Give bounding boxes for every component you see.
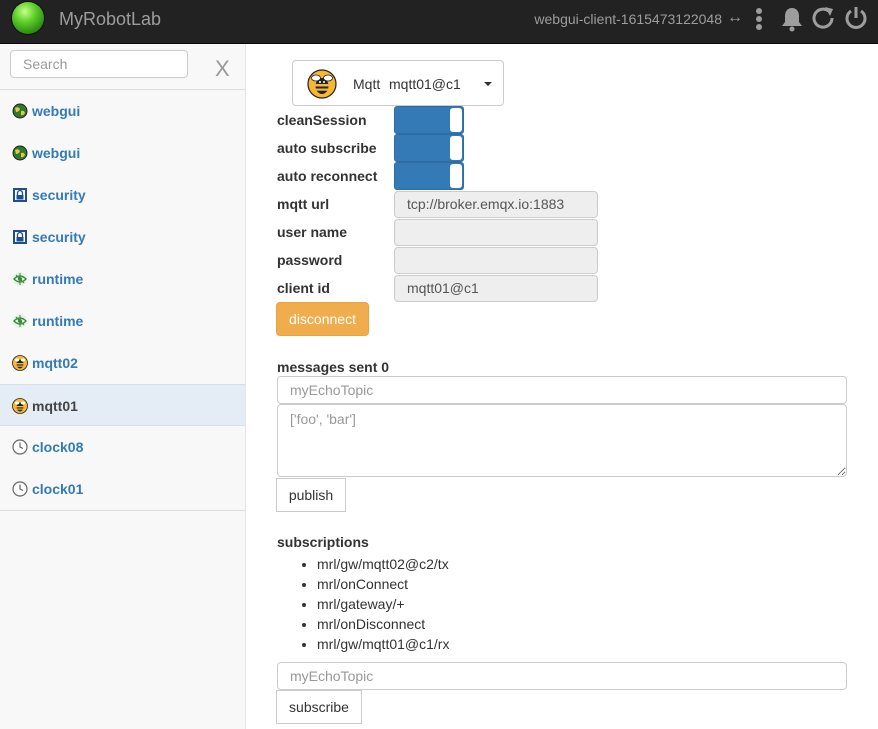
list-item: mrl/gw/mqtt02@c2/tx	[317, 554, 449, 574]
sidebar-item-label: webgui	[32, 145, 81, 161]
mqtt-url-field[interactable]: tcp://broker.emqx.io:1883	[394, 191, 598, 218]
sidebar-item-label: security	[32, 229, 86, 245]
toggle-knob	[450, 136, 462, 160]
close-sidebar-button[interactable]: X	[215, 56, 230, 82]
globe-icon	[12, 103, 28, 119]
lock-icon	[13, 188, 27, 202]
disconnect-button[interactable]: disconnect	[276, 302, 369, 336]
auto-reconnect-label: auto reconnect	[277, 168, 378, 184]
publish-button[interactable]: publish	[276, 478, 346, 512]
subscriptions-list: mrl/gw/mqtt02@c2/tx mrl/onConnect mrl/ga…	[317, 554, 449, 654]
chevron-down-icon	[484, 82, 492, 86]
user-name-label: user name	[277, 224, 348, 240]
sidebar-item-mqtt02[interactable]: mqtt02	[0, 342, 245, 384]
sidebar-item-label: runtime	[32, 313, 84, 329]
list-item: mrl/onDisconnect	[317, 614, 449, 634]
status-ball-icon[interactable]	[12, 2, 44, 34]
toggle-knob	[450, 164, 462, 188]
publish-topic-input[interactable]	[277, 376, 847, 404]
auto-subscribe-label: auto subscribe	[277, 140, 377, 156]
user-name-field[interactable]	[394, 219, 598, 246]
bell-icon[interactable]	[780, 5, 804, 33]
refresh-icon[interactable]	[811, 5, 837, 33]
subscribe-button[interactable]: subscribe	[276, 690, 362, 724]
sidebar-item-label: clock08	[32, 439, 84, 455]
password-label: password	[277, 252, 343, 268]
sidebar-divider	[0, 510, 245, 511]
sidebar-item-mqtt01[interactable]: mqtt01	[0, 384, 245, 426]
clean-session-toggle[interactable]	[394, 106, 464, 134]
service-selector-dropdown[interactable]: Mqtt mqtt01@c1	[292, 60, 504, 106]
app-title[interactable]: MyRobotLab	[59, 9, 161, 30]
client-id-label: webgui-client-1615473122048	[534, 11, 722, 27]
search-input[interactable]	[10, 50, 188, 78]
service-sidebar: X webgui webgui security security runtim…	[0, 44, 246, 729]
more-vertical-icon[interactable]	[753, 5, 765, 33]
clock-icon	[12, 439, 28, 455]
globe-icon	[12, 145, 28, 161]
runtime-icon	[13, 314, 27, 328]
sidebar-search-bar: X	[0, 44, 245, 90]
subscriptions-title: subscriptions	[277, 534, 369, 550]
sidebar-item-clock01[interactable]: clock01	[0, 468, 245, 510]
client-id-field-label: client id	[277, 280, 330, 296]
sidebar-item-webgui[interactable]: webgui	[0, 132, 245, 174]
sidebar-item-webgui[interactable]: webgui	[0, 90, 245, 132]
clock-icon	[12, 481, 28, 497]
sidebar-item-label: clock01	[32, 481, 84, 497]
sidebar-item-clock08[interactable]: clock08	[0, 426, 245, 468]
toggle-knob	[450, 108, 462, 132]
list-item: mrl/gw/mqtt01@c1/rx	[317, 634, 449, 654]
service-panel: Mqtt mqtt01@c1 cleanSession auto subscri…	[246, 44, 878, 729]
mqtt-url-label: mqtt url	[277, 196, 330, 212]
clean-session-label: cleanSession	[277, 112, 367, 128]
power-icon[interactable]	[843, 5, 869, 33]
service-type: Mqtt	[353, 76, 381, 92]
sidebar-item-label: mqtt01	[32, 398, 78, 414]
sidebar-item-label: mqtt02	[32, 355, 78, 371]
sidebar-item-runtime[interactable]: runtime	[0, 300, 245, 342]
publish-message-textarea[interactable]	[277, 404, 847, 477]
runtime-icon	[13, 272, 27, 286]
list-item: mrl/gateway/+	[317, 594, 449, 614]
sidebar-item-security[interactable]: security	[0, 174, 245, 216]
messages-sent-label: messages sent 0	[277, 359, 390, 375]
auto-reconnect-toggle[interactable]	[394, 162, 464, 190]
bee-icon	[12, 398, 28, 414]
sidebar-item-security[interactable]: security	[0, 216, 245, 258]
auto-subscribe-toggle[interactable]	[394, 134, 464, 162]
sidebar-item-label: webgui	[32, 103, 81, 119]
bee-icon	[307, 69, 337, 99]
service-list: webgui webgui security security runtime …	[0, 90, 245, 510]
list-item: mrl/onConnect	[317, 574, 449, 594]
lock-icon	[13, 230, 27, 244]
bee-icon	[12, 355, 28, 371]
sidebar-item-runtime[interactable]: runtime	[0, 258, 245, 300]
service-name: mqtt01@c1	[389, 76, 461, 92]
password-field[interactable]	[394, 247, 598, 274]
client-id-field[interactable]: mqtt01@c1	[394, 275, 598, 302]
sidebar-item-label: runtime	[32, 271, 84, 287]
sidebar-item-label: security	[32, 187, 86, 203]
connection-arrows-icon[interactable]: ↔	[727, 9, 743, 27]
top-navbar: MyRobotLab webgui-client-1615473122048 ↔	[0, 0, 878, 44]
subscribe-topic-input[interactable]	[277, 662, 847, 690]
